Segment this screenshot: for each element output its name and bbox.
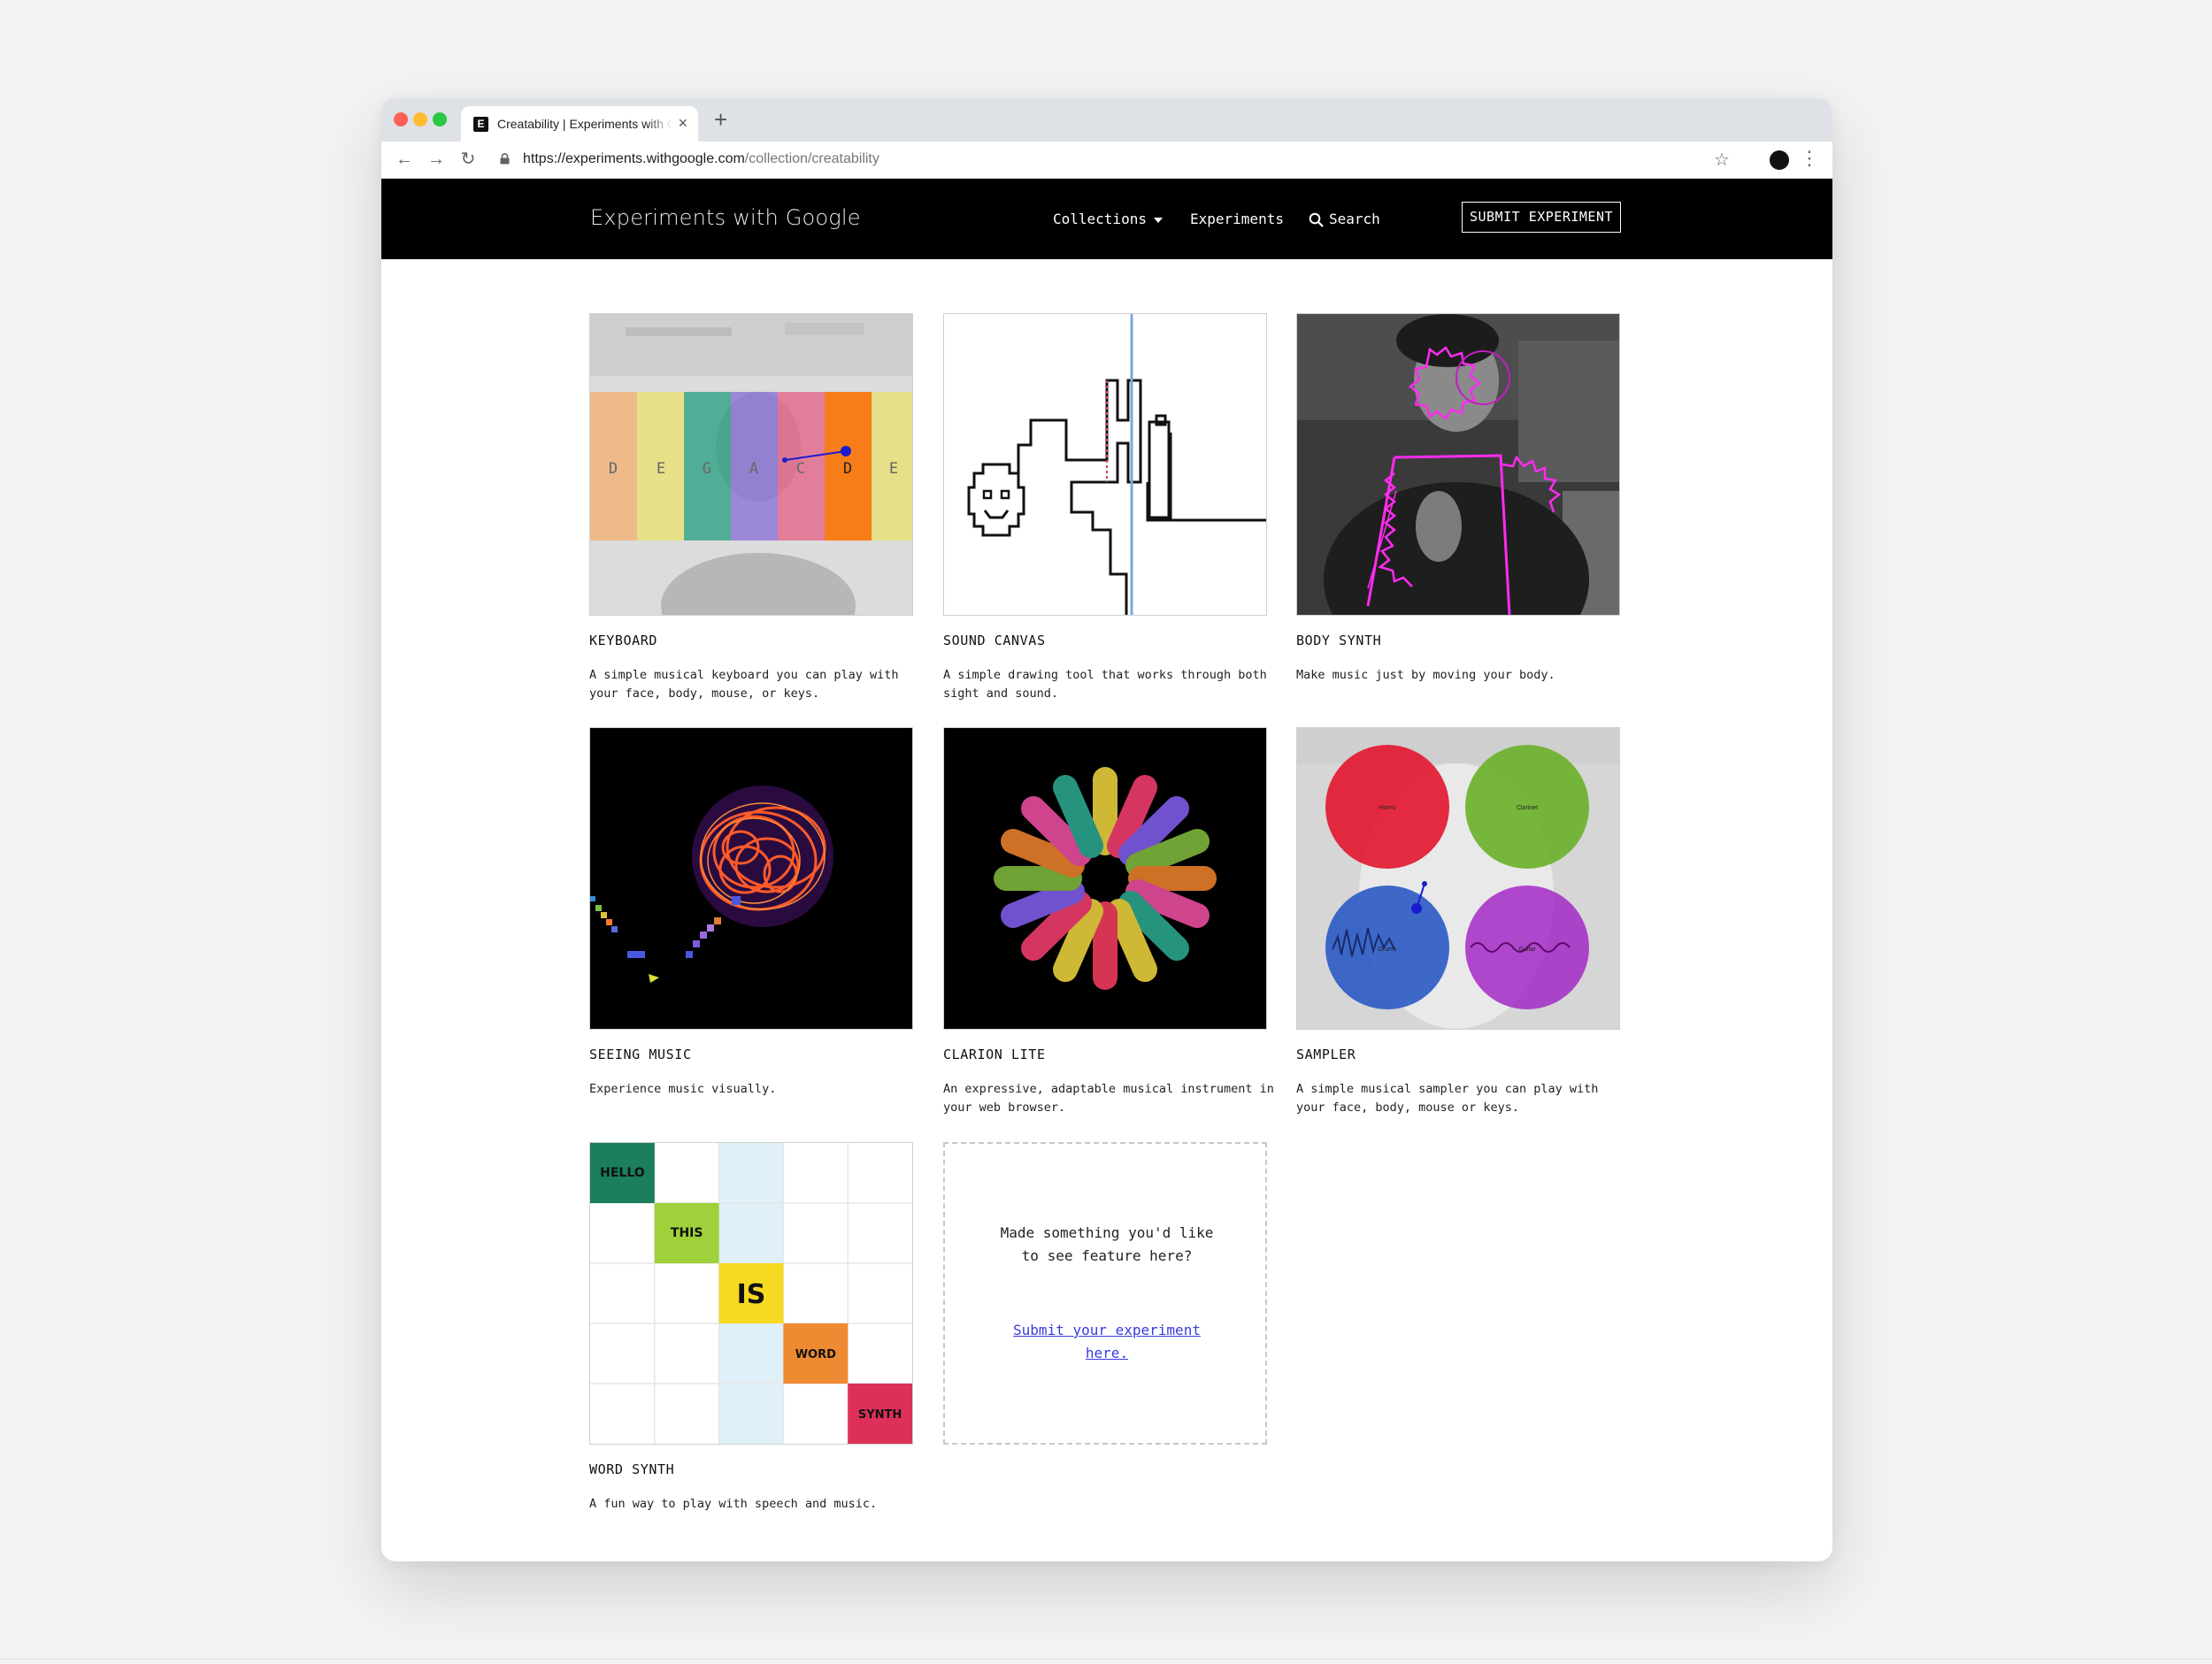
site-logo[interactable]: Experiments with Google — [590, 205, 861, 230]
clarion-lite-image — [944, 728, 1266, 1029]
card-description: A simple musical keyboard you can play w… — [589, 668, 899, 701]
forward-arrow-icon[interactable]: → — [426, 149, 447, 170]
back-arrow-icon[interactable]: ← — [394, 149, 415, 170]
card-title[interactable]: KEYBOARD — [589, 633, 657, 648]
card-description: A simple musical sampler you can play wi… — [1296, 1082, 1599, 1115]
close-tab-icon[interactable]: × — [678, 114, 687, 133]
key-label: C — [796, 460, 805, 478]
experiment-card-seeing-music[interactable]: SEEING MUSIC Experience music visually. — [589, 727, 913, 1096]
pad-label: Drums — [1379, 947, 1397, 953]
experiment-card-clarion-lite[interactable]: CLARION LITE An expressive, adaptable mu… — [943, 727, 1274, 1115]
seeing-music-image — [590, 728, 912, 1029]
search-icon — [1309, 212, 1324, 227]
key-label: G — [703, 460, 711, 478]
key-label-active: D — [843, 460, 852, 478]
body-synth-image — [1297, 314, 1619, 615]
nav-search[interactable]: Search — [1309, 211, 1380, 227]
browser-window: E Creatability | Experiments with Google… — [381, 98, 1832, 1561]
url-path: /collection/creatability — [744, 151, 879, 166]
experiment-card-sampler[interactable]: Horns Clarinet Drums Guitar SAMPLER A si… — [1296, 727, 1620, 1115]
page-divider — [0, 1659, 2212, 1660]
keyboard-image: D E G A C D E — [590, 314, 912, 615]
browser-tab-active[interactable]: E Creatability | Experiments with Google… — [461, 106, 698, 142]
site-favicon-icon: E — [473, 117, 488, 132]
body-synth-thumbnail[interactable] — [1296, 313, 1620, 616]
submit-experiment-button[interactable]: SUBMIT EXPERIMENT — [1462, 202, 1621, 233]
submit-experiment-link[interactable]: Submit your experiment here. — [998, 1319, 1216, 1365]
word-tile: IS — [737, 1279, 766, 1310]
word-tile: THIS — [671, 1226, 703, 1240]
card-description: Experience music visually. — [589, 1082, 777, 1096]
card-description: A simple drawing tool that works through… — [943, 668, 1267, 701]
reload-icon[interactable]: ↻ — [457, 149, 479, 170]
card-title[interactable]: SOUND CANVAS — [943, 633, 1046, 648]
key-label: D — [609, 460, 618, 478]
tab-title: Creatability | Experiments with Google — [497, 117, 672, 131]
card-title[interactable]: BODY SYNTH — [1296, 633, 1381, 648]
word-synth-image: HELLO THIS IS WORD SYNTH — [590, 1143, 912, 1444]
site-header: Experiments with Google Collections Expe… — [381, 179, 1832, 259]
experiment-card-sound-canvas[interactable]: SOUND CANVAS A simple drawing tool that … — [943, 313, 1267, 701]
browser-toolbar: ← → ↻ https://experiments.withgoogle.com… — [381, 142, 1832, 179]
submit-prompt-text: Made something you'd like to see feature… — [1000, 1224, 1214, 1264]
card-description: Make music just by moving your body. — [1296, 668, 1555, 682]
pad-label: Horns — [1379, 805, 1396, 811]
card-title[interactable]: SEEING MUSIC — [589, 1047, 692, 1062]
card-description: An expressive, adaptable musical instrum… — [943, 1082, 1274, 1115]
tab-strip: E Creatability | Experiments with Google… — [381, 98, 1832, 142]
profile-avatar[interactable] — [1770, 150, 1789, 170]
keyboard-thumbnail[interactable]: D E G A C D E — [589, 313, 913, 616]
sampler-thumbnail[interactable]: Horns Clarinet Drums Guitar — [1296, 727, 1620, 1030]
nav-experiments[interactable]: Experiments — [1190, 211, 1284, 227]
minimize-window-button[interactable] — [413, 112, 427, 127]
nav-search-label: Search — [1329, 211, 1380, 227]
key-label: A — [749, 460, 758, 478]
nav-collections-label: Collections — [1053, 211, 1147, 227]
key-label: E — [657, 460, 665, 478]
browser-menu-icon[interactable]: ⋮ — [1800, 147, 1819, 170]
word-tile: WORD — [795, 1348, 836, 1361]
clarion-lite-thumbnail[interactable] — [943, 727, 1267, 1030]
word-synth-thumbnail[interactable]: HELLO THIS IS WORD SYNTH — [589, 1142, 913, 1445]
experiment-card-keyboard[interactable]: D E G A C D E KEYBOARD A simple musical … — [589, 313, 913, 701]
pad-label: Clarinet — [1517, 805, 1538, 811]
card-title[interactable]: SAMPLER — [1296, 1047, 1356, 1062]
seeing-music-thumbnail[interactable] — [589, 727, 913, 1030]
word-tile: HELLO — [600, 1166, 645, 1180]
card-title[interactable]: CLARION LITE — [943, 1047, 1046, 1062]
nav-collections[interactable]: Collections — [1053, 211, 1163, 227]
card-description: A fun way to play with speech and music. — [589, 1497, 878, 1511]
word-tile: SYNTH — [858, 1408, 902, 1422]
pad-label: Guitar — [1518, 947, 1536, 953]
close-window-button[interactable] — [394, 112, 408, 127]
new-tab-button[interactable]: + — [714, 108, 727, 131]
key-label: E — [889, 460, 898, 478]
chevron-down-icon — [1153, 217, 1163, 223]
card-title[interactable]: WORD SYNTH — [589, 1461, 674, 1477]
sampler-image: Horns Clarinet Drums Guitar — [1297, 728, 1619, 1029]
maximize-window-button[interactable] — [433, 112, 447, 127]
sound-canvas-thumbnail[interactable] — [943, 313, 1267, 616]
experiment-card-body-synth[interactable]: BODY SYNTH Make music just by moving you… — [1296, 313, 1620, 682]
submit-prompt-card: Made something you'd like to see feature… — [943, 1142, 1267, 1445]
lock-icon — [500, 153, 510, 165]
sound-canvas-image — [944, 314, 1266, 615]
url-host: https://experiments.withgoogle.com — [523, 151, 745, 166]
bookmark-star-icon[interactable]: ☆ — [1714, 149, 1730, 171]
experiment-card-word-synth[interactable]: HELLO THIS IS WORD SYNTH WORD SYNTH A fu… — [589, 1142, 913, 1511]
address-bar[interactable]: https://experiments.withgoogle.com/colle… — [523, 151, 879, 167]
